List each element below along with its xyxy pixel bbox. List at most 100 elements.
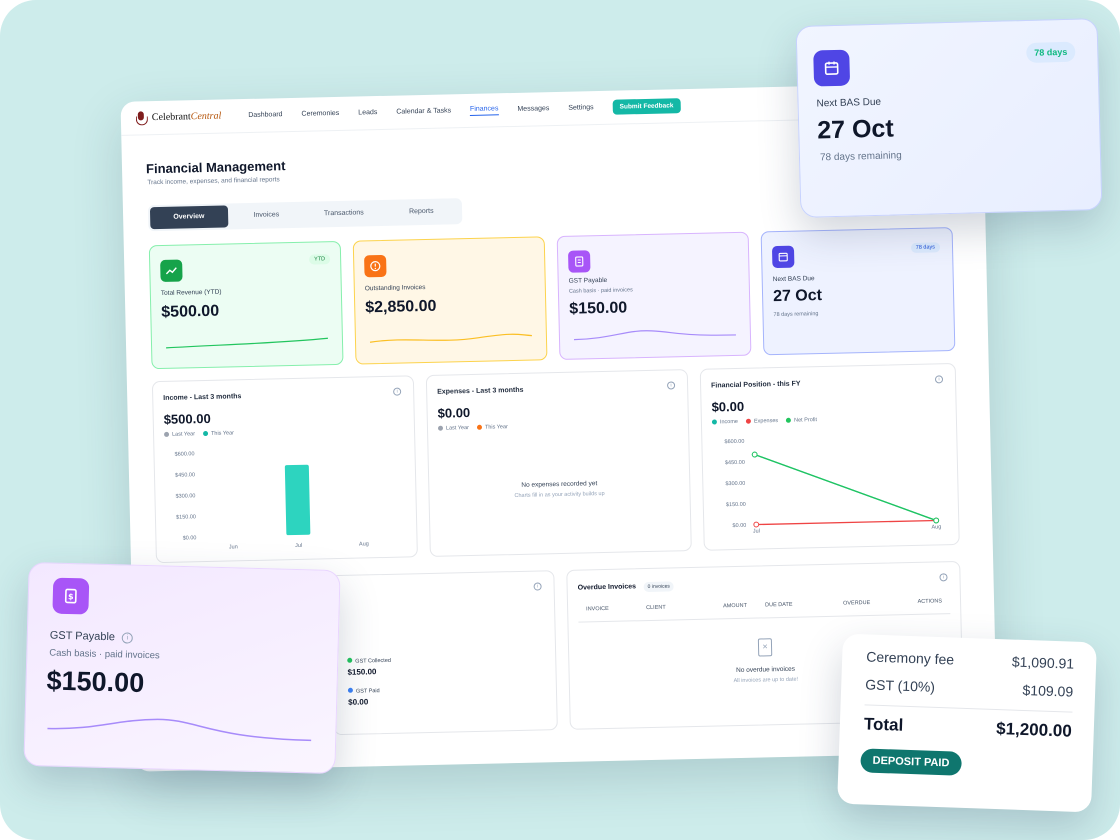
info-icon[interactable]: i xyxy=(939,573,948,582)
legend-last-year: Last Year xyxy=(437,425,469,432)
days-badge: 78 days xyxy=(910,242,941,253)
nav-calendar-tasks[interactable]: Calendar & Tasks xyxy=(396,107,451,115)
nav-finances[interactable]: Finances xyxy=(469,104,499,116)
receipt-total-row: Total $1,200.00 xyxy=(864,714,1073,741)
outstanding-value: $2,850.00 xyxy=(365,297,437,317)
gst-summary-card: i GST Collected $150.00 GST Paid $0.00 xyxy=(330,570,558,736)
info-icon[interactable]: i xyxy=(121,632,134,644)
col-due-date: DUE DATE xyxy=(765,601,793,609)
total-value: $1,200.00 xyxy=(995,719,1073,741)
bas-card: 78 days Next BAS Due 27 Oct 78 days rema… xyxy=(760,227,956,356)
tab-reports[interactable]: Reports xyxy=(382,200,460,224)
microphone-icon xyxy=(135,111,147,125)
gst-paid-value: $0.00 xyxy=(348,697,369,707)
bas-value: 27 Oct xyxy=(772,287,823,306)
gst-sparkline xyxy=(574,330,736,341)
x-tick-label: Jul xyxy=(295,543,302,549)
tab-invoices[interactable]: Invoices xyxy=(227,204,305,228)
income-bar-chart: $600.00 $450.00 $300.00 $150.00 $0.00 Jun Jul A… xyxy=(175,451,369,550)
receipt-divider xyxy=(864,704,1073,713)
nav-leads[interactable]: Leads xyxy=(358,109,377,116)
nav-messages[interactable]: Messages xyxy=(517,105,549,113)
x-tick-label: Jul xyxy=(753,528,760,534)
tab-bar: Overview Invoices Transactions Reports xyxy=(147,198,463,232)
receipt-row: Ceremony fee $1,090.91 xyxy=(866,648,1074,671)
data-point xyxy=(751,451,758,458)
calendar-icon xyxy=(813,49,851,87)
logo[interactable]: Celebrant Central xyxy=(135,109,222,125)
y-tick-label: $450.00 xyxy=(175,472,195,478)
col-actions: ACTIONS xyxy=(917,598,943,605)
calendar-icon xyxy=(771,245,795,269)
legend-label: Expenses xyxy=(753,418,779,425)
position-line-chart: $600.00 $450.00 $300.00 $150.00 $0.00 Jul Aug xyxy=(724,439,941,535)
info-icon[interactable]: i xyxy=(934,375,944,384)
floating-gst-card: $ GST Payable i Cash basis · paid invoic… xyxy=(23,561,341,775)
nav-ceremonies[interactable]: Ceremonies xyxy=(301,110,339,118)
legend-last-year: Last Year xyxy=(164,431,195,438)
y-tick-label: $0.00 xyxy=(732,523,746,529)
expenses-value: $0.00 xyxy=(437,405,471,421)
receipt-row-label: Ceremony fee xyxy=(865,648,955,668)
col-amount: AMOUNT xyxy=(723,602,748,610)
info-icon[interactable]: i xyxy=(393,387,402,396)
y-tick-label: $0.00 xyxy=(183,535,197,541)
legend-net-profit: Net Profit xyxy=(786,417,817,424)
y-tick-label: $150.00 xyxy=(176,514,196,520)
legend-income: Income xyxy=(711,419,738,426)
gst-value: $150.00 xyxy=(46,665,145,699)
gst-subtitle: Cash basis · paid invoices xyxy=(568,287,633,295)
legend-this-year: This Year xyxy=(476,424,508,431)
trending-up-icon xyxy=(160,259,183,283)
position-title: Financial Position - this FY xyxy=(711,380,801,390)
tab-overview[interactable]: Overview xyxy=(149,205,228,230)
nav-settings[interactable]: Settings xyxy=(568,104,593,112)
line-expenses xyxy=(756,519,937,526)
info-icon[interactable]: i xyxy=(533,582,542,591)
y-tick-label: $150.00 xyxy=(726,502,746,508)
gst-label: GST Payable i xyxy=(50,630,134,644)
logo-text: Celebrant xyxy=(151,111,191,124)
y-tick-label: $600.00 xyxy=(724,439,744,445)
outstanding-label: Outstanding Invoices xyxy=(364,283,426,293)
ytd-badge: YTD xyxy=(309,254,331,265)
logo-text-accent: Central xyxy=(190,110,222,123)
line-net-profit xyxy=(754,453,937,522)
col-invoice: INVOICE xyxy=(586,605,609,613)
income-chart-card: Income - Last 3 months i $500.00 Last Ye… xyxy=(151,375,418,564)
outstanding-sparkline xyxy=(369,333,532,343)
gst-paid-label: GST Paid xyxy=(355,688,380,695)
x-tick-label: Jun xyxy=(229,544,238,550)
data-point xyxy=(933,517,940,524)
info-icon[interactable]: i xyxy=(666,381,676,390)
col-overdue: OVERDUE xyxy=(843,599,871,607)
expenses-chart-card: Expenses - Last 3 months i $0.00 Last Ye… xyxy=(425,369,692,557)
gst-sparkline xyxy=(47,718,312,742)
receipt-icon: $ xyxy=(52,577,90,615)
legend-label: Net Profit xyxy=(794,417,818,424)
gst-subtitle: Cash basis · paid invoices xyxy=(49,647,160,662)
bas-date: 27 Oct xyxy=(816,114,895,145)
submit-feedback-button[interactable]: Submit Feedback xyxy=(612,98,681,115)
receipt-row-label: GST (10%) xyxy=(865,676,936,695)
receipt-row-value: $1,090.91 xyxy=(1011,653,1075,672)
tab-transactions[interactable]: Transactions xyxy=(305,202,383,226)
bas-label: Next BAS Due xyxy=(772,275,815,284)
expenses-legend: Last Year This Year xyxy=(437,424,508,432)
bas-label: Next BAS Due xyxy=(816,96,882,110)
gst-collected-row: GST Collected $150.00 xyxy=(347,657,391,677)
legend-expenses: Expenses xyxy=(745,418,779,425)
nav-dashboard[interactable]: Dashboard xyxy=(248,111,282,119)
gst-value: $150.00 xyxy=(569,299,628,318)
expenses-empty-sub: Charts fill in as your activity builds u… xyxy=(514,490,605,500)
revenue-value: $500.00 xyxy=(161,302,220,321)
outstanding-card: Outstanding Invoices $2,850.00 xyxy=(352,236,548,365)
legend-label: Last Year xyxy=(172,431,196,438)
floating-bas-card: 78 days Next BAS Due 27 Oct 78 days rema… xyxy=(795,18,1103,218)
x-tick-label: Aug xyxy=(931,524,941,530)
income-title: Income - Last 3 months xyxy=(163,393,242,402)
x-tick-label: Aug xyxy=(359,541,369,547)
data-point xyxy=(753,521,760,528)
receipt-row-value: $109.09 xyxy=(1022,681,1074,700)
background: Celebrant Central Dashboard Ceremonies L… xyxy=(0,0,1120,840)
